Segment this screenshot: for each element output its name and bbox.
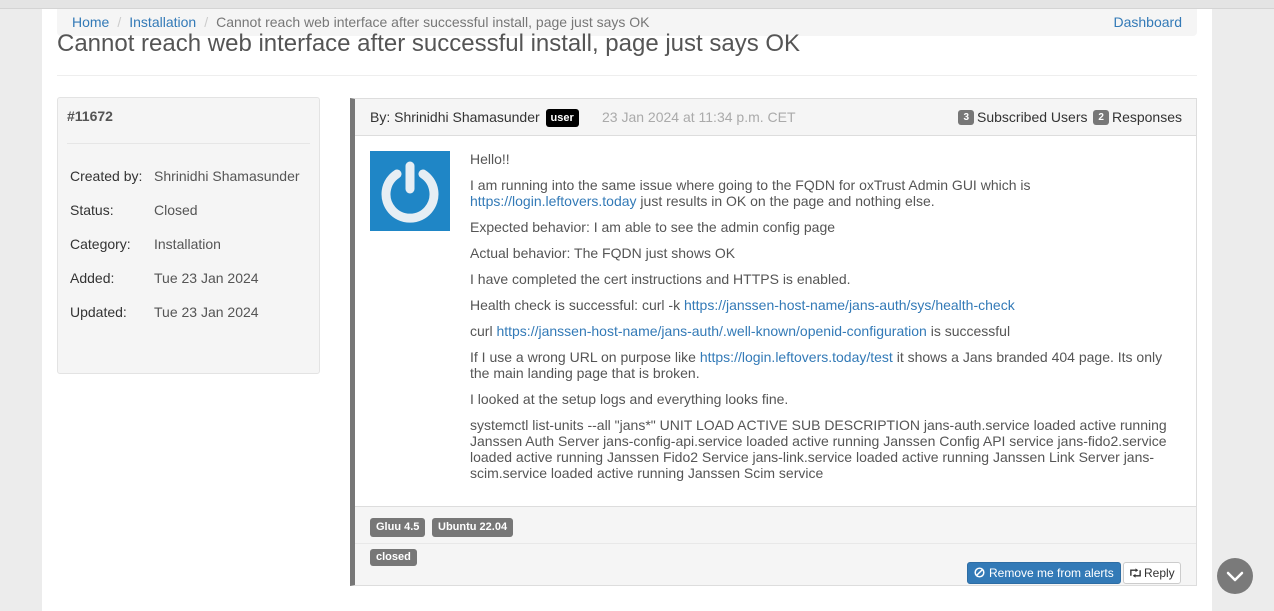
ticket-id: #11672 [67, 108, 113, 124]
page-container: Home / Installation / Cannot reach web inter… [42, 9, 1212, 611]
breadcrumb-separator: / [204, 14, 209, 30]
dashboard-link[interactable]: Dashboard [1114, 9, 1183, 36]
post-paragraph: I looked at the setup logs and everythin… [470, 391, 789, 407]
reply-button[interactable]: Reply [1123, 562, 1181, 584]
post-text: is successful [926, 323, 1011, 339]
post-paragraph: Expected behavior: I am able to see the … [470, 219, 836, 235]
post-text: If I use a wrong URL on purpose like [470, 349, 700, 365]
post-paragraph: systemctl list-units --all "jans*" UNIT … [470, 417, 1167, 481]
post-paragraph: Actual behavior: The FQDN just shows OK [470, 245, 736, 261]
author-prefix: By: [370, 109, 395, 125]
post-paragraph: curl https://janssen-host-name/jans-auth… [470, 323, 1180, 339]
post-text: Health check is successful: curl -k [470, 297, 684, 313]
post-panel: By: Shrinidhi Shamasunder user 23 Jan 20… [350, 98, 1197, 586]
scroll-down-button[interactable] [1217, 558, 1253, 594]
subscribed-label: Subscribed Users [977, 109, 1088, 125]
info-row-category: Category: Installation [70, 236, 221, 252]
info-value: Tue 23 Jan 2024 [154, 270, 259, 286]
responses-count-badge: 2 [1093, 110, 1109, 125]
responses-label: Responses [1111, 109, 1182, 125]
info-row-updated: Updated: Tue 23 Jan 2024 [70, 304, 259, 320]
chevron-down-icon [1226, 571, 1244, 582]
info-label: Added: [70, 270, 115, 286]
info-value: Closed [154, 202, 198, 218]
title-divider [57, 75, 1197, 76]
info-value: Installation [154, 236, 221, 252]
post-paragraph: If I use a wrong URL on purpose like htt… [470, 349, 1180, 381]
post-stats: 3 Subscribed Users 2 Responses [958, 109, 1182, 125]
info-label: Created by: [70, 168, 143, 184]
post-link[interactable]: https://janssen-host-name/jans-auth/.wel… [496, 323, 926, 339]
post-link[interactable]: https://janssen-host-name/jans-auth/sys/… [684, 297, 1015, 313]
breadcrumb-current: Cannot reach web interface after success… [216, 14, 650, 30]
info-row-added: Added: Tue 23 Jan 2024 [70, 270, 259, 286]
ticket-info-card: #11672 Created by: Shrinidhi Shamasunder … [57, 97, 320, 374]
role-badge: user [545, 109, 579, 127]
status-label: closed [370, 549, 417, 566]
avatar [370, 151, 450, 231]
post-paragraph: I am running into the same issue where g… [470, 177, 1180, 209]
tags-bar: Gluu 4.5 Ubuntu 22.04 [355, 506, 1196, 543]
info-divider [67, 143, 310, 144]
post-footer: closed Remove me from alerts Reply [355, 543, 1196, 585]
post-body: Hello!! I am running into the same issue… [470, 151, 1180, 491]
post-paragraph: Hello!! [470, 151, 510, 167]
post-text: I am running into the same issue where g… [470, 177, 1031, 193]
info-value: Tue 23 Jan 2024 [154, 304, 259, 320]
retweet-icon [1130, 568, 1141, 578]
tag-badge: Ubuntu 22.04 [432, 518, 514, 537]
info-value: Shrinidhi Shamasunder [154, 168, 300, 184]
info-label: Updated: [70, 304, 127, 320]
post-paragraph: Health check is successful: curl -k http… [470, 297, 1180, 313]
alerts-button-label: Remove me from alerts [989, 566, 1114, 580]
post-link[interactable]: https://login.leftovers.today [470, 193, 637, 209]
remove-from-alerts-button[interactable]: Remove me from alerts [967, 562, 1121, 584]
page-title: Cannot reach web interface after success… [57, 30, 801, 57]
author-name: Shrinidhi Shamasunder [394, 109, 540, 125]
post-header: By: Shrinidhi Shamasunder user 23 Jan 20… [355, 99, 1196, 136]
tag-badge: Gluu 4.5 [370, 518, 426, 537]
power-icon [381, 161, 439, 223]
reply-button-label: Reply [1144, 566, 1175, 580]
post-link[interactable]: https://login.leftovers.today/test [700, 349, 893, 365]
post-text: curl [470, 323, 497, 339]
info-label: Category: [70, 236, 131, 252]
info-row-created-by: Created by: Shrinidhi Shamasunder [70, 168, 300, 184]
ban-icon [974, 567, 985, 578]
top-strip [0, 0, 1274, 9]
breadcrumb-category-link[interactable]: Installation [129, 14, 196, 30]
info-label: Status: [70, 202, 114, 218]
info-row-status: Status: Closed [70, 202, 198, 218]
breadcrumb-home-link[interactable]: Home [72, 14, 109, 30]
post-text: just results in OK on the page and nothi… [636, 193, 935, 209]
post-paragraph: I have completed the cert instructions a… [470, 271, 851, 287]
post-author: By: Shrinidhi Shamasunder user [370, 109, 579, 127]
subscribed-count-badge: 3 [958, 110, 974, 125]
breadcrumb-separator: / [117, 14, 122, 30]
post-date: 23 Jan 2024 at 11:34 p.m. CET [602, 109, 796, 125]
